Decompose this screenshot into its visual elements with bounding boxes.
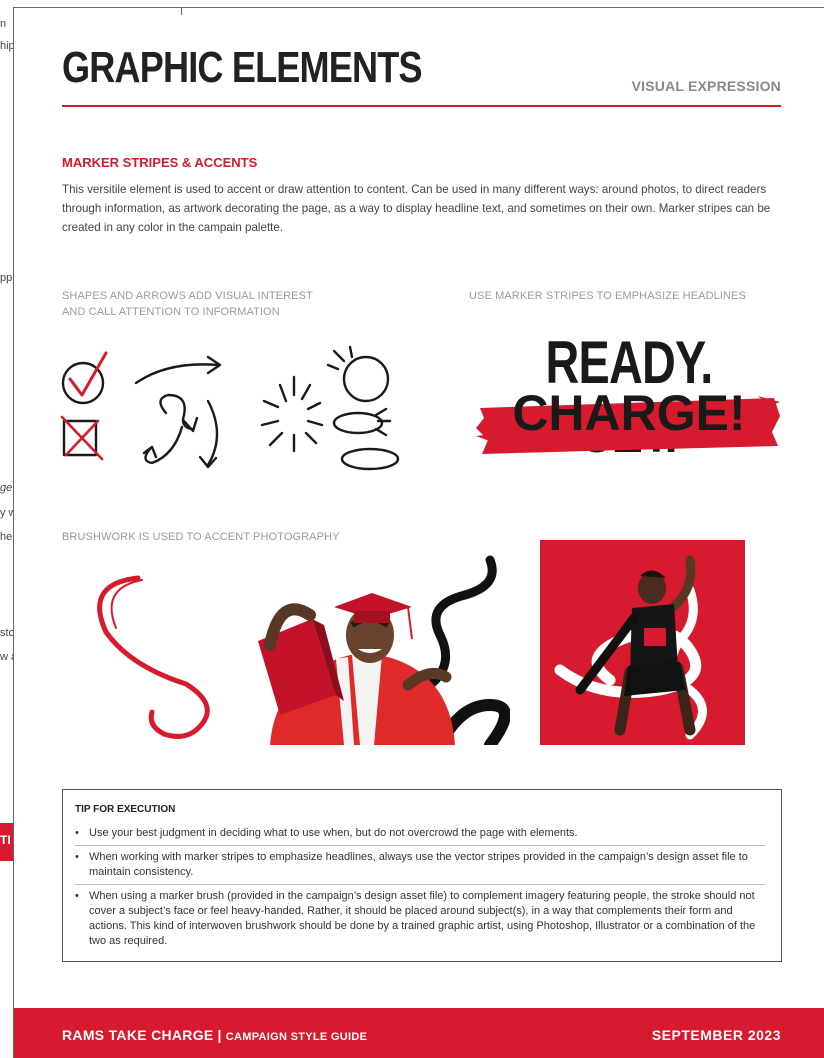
arrow-down-icon <box>206 399 219 467</box>
tip-item: When using a marker brush (provided in t… <box>75 885 765 953</box>
background-text-fragment: w a <box>0 651 14 663</box>
page-edge-marker <box>181 8 182 15</box>
section-heading: MARKER STRIPES & ACCENTS <box>62 155 258 170</box>
scribble-oval-icon <box>340 447 400 471</box>
brushwork-caption: BRUSHWORK IS USED TO ACCENT PHOTOGRAPHY <box>62 531 340 543</box>
footer-subtitle: CAMPAIGN STYLE GUIDE <box>225 1031 368 1043</box>
scribble-circle-icon <box>342 355 390 403</box>
background-text-fragment: ge <box>0 482 13 494</box>
title-divider <box>62 105 781 107</box>
tip-item: Use your best judgment in deciding what … <box>75 822 765 846</box>
background-page-edge: n hip pp ge y w he sto w a TI <box>0 0 14 1057</box>
tip-title: TIP FOR EXECUTION <box>75 804 176 815</box>
shapes-and-arrows-illustration <box>60 345 400 471</box>
cheerleader-photo-art <box>554 555 707 740</box>
scribble-oval-icon <box>332 411 384 435</box>
footer-brand: RAMS TAKE CHARGE <box>62 1027 214 1043</box>
arrow-curve-left-icon <box>144 425 184 465</box>
footer-brand-line: RAMS TAKE CHARGE | CAMPAIGN STYLE GUIDE <box>62 1027 367 1043</box>
section-label: VISUAL EXPRESSION <box>631 78 781 94</box>
background-text-fragment: pp <box>0 272 13 284</box>
background-text-fragment: n <box>0 18 7 30</box>
crossed-box-icon <box>62 419 98 457</box>
headline-stripe-example: READY. SET. CHARGE! <box>474 326 784 465</box>
headline-line-2: CHARGE! <box>512 385 746 441</box>
shapes-caption: SHAPES AND ARROWS ADD VISUAL INTEREST AN… <box>62 288 313 320</box>
graduate-photo <box>258 555 510 745</box>
background-red-tab: TI <box>0 823 14 861</box>
document-page: GRAPHIC ELEMENTS VISUAL EXPRESSION MARKE… <box>13 7 824 1058</box>
red-brush-stroke <box>97 575 210 739</box>
starburst-icon <box>260 375 324 453</box>
page-title: GRAPHIC ELEMENTS <box>62 43 423 92</box>
footer-separator: | <box>217 1027 222 1043</box>
background-text-fragment: he <box>0 531 13 543</box>
tip-item: When working with marker stripes to emph… <box>75 846 765 885</box>
section-body: This versitile element is used to accent… <box>62 183 771 234</box>
tip-box: TIP FOR EXECUTION Use your best judgment… <box>62 789 782 962</box>
stripes-caption: USE MARKER STRIPES TO EMPHASIZE HEADLINE… <box>469 290 746 302</box>
background-tab-label: TI <box>0 833 11 847</box>
shapes-caption-line: SHAPES AND ARROWS ADD VISUAL INTEREST <box>62 290 313 302</box>
footer-date: SEPTEMBER 2023 <box>651 1027 781 1043</box>
background-text-fragment: y w <box>0 507 14 519</box>
background-text-fragment: sto <box>0 627 14 639</box>
cheerleader-photo <box>540 540 745 745</box>
shapes-caption-line: AND CALL ATTENTION TO INFORMATION <box>62 306 280 318</box>
arrow-right-icon <box>134 363 220 385</box>
background-text-fragment: hip <box>0 40 14 52</box>
tip-list: Use your best judgment in deciding what … <box>75 822 765 953</box>
page-footer: RAMS TAKE CHARGE | CAMPAIGN STYLE GUIDE SE… <box>14 1008 824 1058</box>
